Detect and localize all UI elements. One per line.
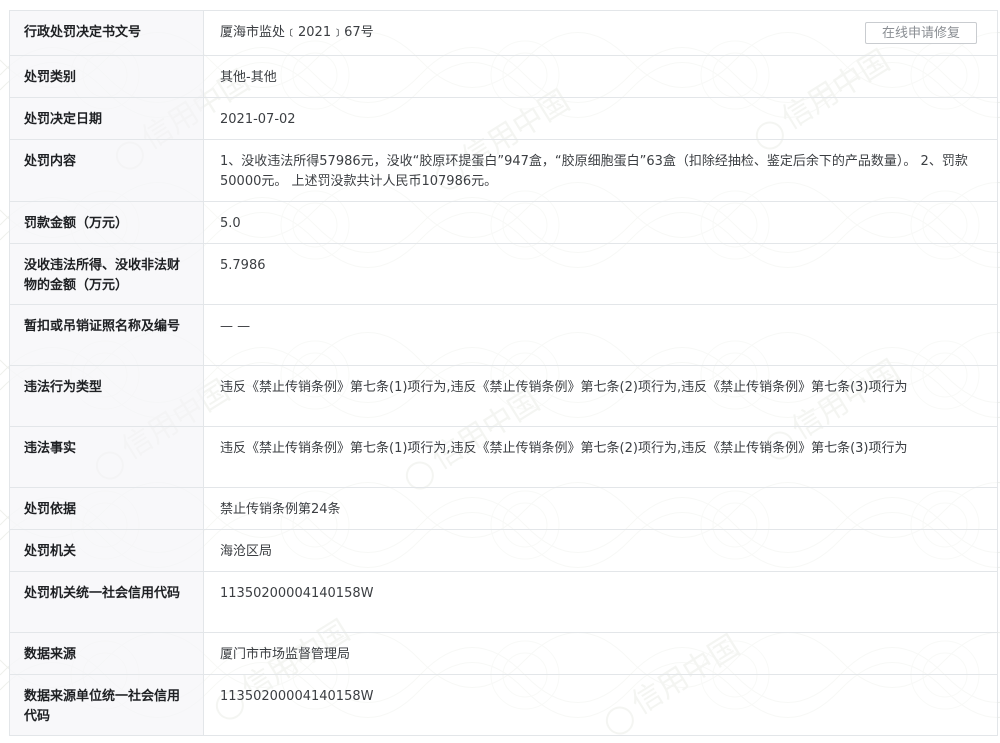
row-value: 厦门市市场监督管理局	[203, 632, 998, 675]
table-row-confiscation-amount: 没收违法所得、没收非法财物的金额（万元） 5.7986	[9, 243, 998, 305]
row-value: 违反《禁止传销条例》第七条(1)项行为,违反《禁止传销条例》第七条(2)项行为,…	[203, 426, 998, 488]
row-label: 数据来源单位统一社会信用代码	[9, 674, 204, 736]
table-row-violation-facts: 违法事实 违反《禁止传销条例》第七条(1)项行为,违反《禁止传销条例》第七条(2…	[9, 426, 998, 488]
row-value: 违反《禁止传销条例》第七条(1)项行为,违反《禁止传销条例》第七条(2)项行为,…	[203, 365, 998, 427]
row-value: 其他-其他	[203, 55, 998, 98]
row-label: 暂扣或吊销证照名称及编号	[9, 304, 204, 366]
apply-repair-button[interactable]: 在线申请修复	[865, 22, 977, 44]
table-row-decision-date: 处罚决定日期 2021-07-02	[9, 97, 998, 140]
row-label: 罚款金额（万元）	[9, 201, 204, 244]
row-label: 处罚依据	[9, 487, 204, 530]
row-value-cell: 厦海市监处﹝2021﹞67号 在线申请修复	[203, 10, 998, 56]
row-label: 处罚类别	[9, 55, 204, 98]
table-row-source-credit-code: 数据来源单位统一社会信用代码 11350200004140158W	[9, 674, 998, 736]
row-label: 处罚内容	[9, 139, 204, 202]
row-value: 11350200004140158W	[203, 571, 998, 633]
table-row-license-revoked: 暂扣或吊销证照名称及编号 — —	[9, 304, 998, 366]
row-value: 5.0	[203, 201, 998, 244]
table-row-fine-amount: 罚款金额（万元） 5.0	[9, 201, 998, 244]
table-row-penalty-category: 处罚类别 其他-其他	[9, 55, 998, 98]
penalty-info-table: 行政处罚决定书文号 厦海市监处﹝2021﹞67号 在线申请修复 处罚类别 其他-…	[9, 10, 998, 736]
table-row-violation-type: 违法行为类型 违反《禁止传销条例》第七条(1)项行为,违反《禁止传销条例》第七条…	[9, 365, 998, 427]
penalty-detail-page: 信用中国信用中国信用中国信用中国信用中国信用中国信用中国信用中国 行政处罚决定书…	[0, 0, 1000, 743]
table-row-penalty-basis: 处罚依据 禁止传销条例第24条	[9, 487, 998, 530]
row-label: 处罚机关	[9, 529, 204, 572]
row-label: 没收违法所得、没收非法财物的金额（万元）	[9, 243, 204, 305]
row-label: 处罚机关统一社会信用代码	[9, 571, 204, 633]
row-value: 2021-07-02	[203, 97, 998, 140]
row-label: 违法事实	[9, 426, 204, 488]
table-row-penalty-authority: 处罚机关 海沧区局	[9, 529, 998, 572]
row-value: 11350200004140158W	[203, 674, 998, 736]
row-value: 5.7986	[203, 243, 998, 305]
table-row-authority-credit-code: 处罚机关统一社会信用代码 11350200004140158W	[9, 571, 998, 633]
row-label: 违法行为类型	[9, 365, 204, 427]
row-value: 海沧区局	[203, 529, 998, 572]
row-value: 1、没收违法所得57986元，没收“胶原环提蛋白”947盒，“胶原细胞蛋白”63…	[203, 139, 998, 202]
row-label: 数据来源	[9, 632, 204, 675]
row-label: 处罚决定日期	[9, 97, 204, 140]
table-row-penalty-content: 处罚内容 1、没收违法所得57986元，没收“胶原环提蛋白”947盒，“胶原细胞…	[9, 139, 998, 202]
row-value: 禁止传销条例第24条	[203, 487, 998, 530]
table-row-decision-number: 行政处罚决定书文号 厦海市监处﹝2021﹞67号 在线申请修复	[9, 10, 998, 56]
row-value: — —	[203, 304, 998, 366]
table-row-data-source: 数据来源 厦门市市场监督管理局	[9, 632, 998, 675]
row-label: 行政处罚决定书文号	[9, 10, 204, 56]
